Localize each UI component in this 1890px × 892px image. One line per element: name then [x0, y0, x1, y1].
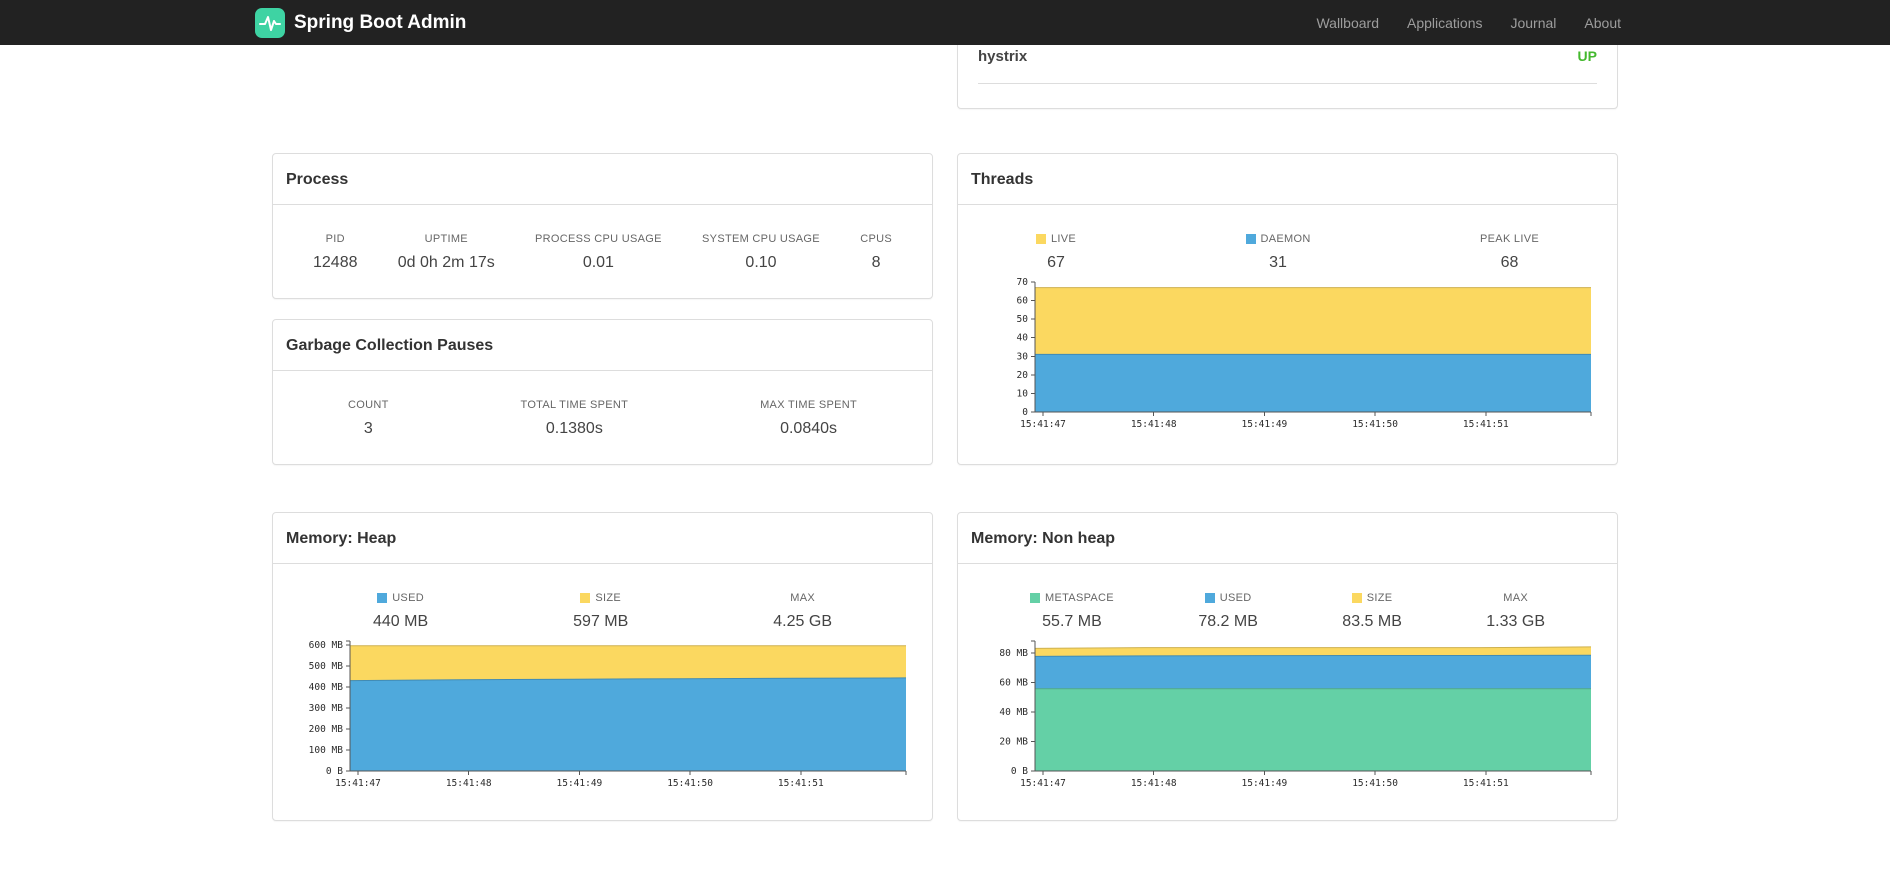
stat-system-cpu-usage: SYSTEM CPU USAGE 0.10 [702, 233, 820, 271]
svg-text:50: 50 [1017, 314, 1029, 325]
brand-title: Spring Boot Admin [294, 11, 467, 33]
svg-text:15:41:48: 15:41:48 [446, 778, 492, 789]
svg-text:60: 60 [1017, 296, 1029, 307]
svg-text:15:41:49: 15:41:49 [1242, 419, 1288, 430]
svg-text:0 B: 0 B [326, 766, 343, 777]
gc-pauses-panel: Garbage Collection Pauses COUNT 3 TOTAL … [272, 319, 933, 465]
stat-gc-max-time: MAX TIME SPENT 0.0840s [760, 399, 857, 437]
legend-swatch-daemon [1245, 234, 1256, 244]
svg-text:15:41:51: 15:41:51 [778, 778, 824, 789]
gc-stats: COUNT 3 TOTAL TIME SPENT 0.1380s MAX TIM… [273, 371, 932, 438]
legend-nonheap-used: USED 78.2 MB [1198, 592, 1258, 630]
svg-text:15:41:48: 15:41:48 [1131, 778, 1177, 789]
legend-daemon: DAEMON 31 [1245, 233, 1311, 272]
nav-links: Wallboard Applications Journal About [1302, 15, 1635, 31]
svg-text:10: 10 [1017, 388, 1029, 399]
stat-pid: PID 12488 [313, 233, 358, 271]
nav-item-journal[interactable]: Journal [1496, 15, 1570, 31]
svg-text:0 B: 0 B [1011, 766, 1028, 777]
threads-panel-title: Threads [958, 154, 1617, 205]
threads-legend: LIVE 67 DAEMON 31 PEAK LIVE 68 [958, 205, 1617, 272]
svg-text:200 MB: 200 MB [309, 724, 344, 735]
svg-text:40: 40 [1017, 333, 1029, 344]
legend-swatch-heap-used [377, 593, 388, 603]
legend-swatch-nonheap-used [1204, 593, 1215, 603]
svg-text:15:41:47: 15:41:47 [1020, 419, 1066, 430]
navbar: Spring Boot Admin Wallboard Applications… [0, 0, 1890, 45]
gc-panel-title: Garbage Collection Pauses [273, 320, 932, 371]
heap-panel-title: Memory: Heap [273, 513, 932, 564]
nonheap-panel-title: Memory: Non heap [958, 513, 1617, 564]
status-badge: UP [1577, 48, 1597, 64]
stat-gc-count: COUNT 3 [348, 399, 389, 437]
svg-text:300 MB: 300 MB [309, 703, 344, 714]
svg-text:15:41:50: 15:41:50 [1352, 778, 1398, 789]
stat-gc-total-time: TOTAL TIME SPENT 0.1380s [520, 399, 629, 437]
legend-metaspace: METASPACE 55.7 MB [1030, 592, 1114, 631]
svg-text:70: 70 [1017, 277, 1029, 288]
threads-panel: Threads LIVE 67 DAEMON 31 PEAK LIVE 68 0… [957, 153, 1618, 465]
svg-text:15:41:51: 15:41:51 [1463, 419, 1509, 430]
memory-heap-chart: 0 B 100 MB 200 MB 300 MB 400 MB 500 MB 600 MB 1… [274, 633, 933, 793]
application-name-link[interactable]: hystrix [978, 48, 1027, 65]
legend-nonheap-max: MAX 1.33 GB [1486, 592, 1545, 630]
nav-item-about[interactable]: About [1570, 15, 1635, 31]
legend-swatch-heap-size [580, 593, 591, 603]
legend-nonheap-size: SIZE 83.5 MB [1342, 592, 1402, 630]
process-panel-title: Process [273, 154, 932, 205]
svg-text:400 MB: 400 MB [309, 682, 344, 693]
brand[interactable]: Spring Boot Admin [255, 7, 467, 38]
svg-text:15:41:47: 15:41:47 [335, 778, 381, 789]
svg-text:15:41:47: 15:41:47 [1020, 778, 1066, 789]
svg-text:600 MB: 600 MB [309, 640, 344, 651]
memory-heap-panel: Memory: Heap USED 440 MB SIZE 597 MB MAX… [272, 512, 933, 821]
nav-item-wallboard[interactable]: Wallboard [1302, 15, 1393, 31]
legend-live: LIVE 67 [1036, 233, 1076, 272]
process-panel: Process PID 12488 UPTIME 0d 0h 2m 17s PR… [272, 153, 933, 299]
nonheap-legend: METASPACE 55.7 MB USED 78.2 MB SIZE 83.5… [958, 564, 1617, 631]
heap-legend: USED 440 MB SIZE 597 MB MAX 4.25 GB [273, 564, 932, 631]
legend-peak-live: PEAK LIVE 68 [1480, 233, 1539, 271]
application-row: hystrix UP [978, 40, 1597, 84]
svg-text:15:41:49: 15:41:49 [557, 778, 603, 789]
memory-nonheap-panel: Memory: Non heap METASPACE 55.7 MB USED … [957, 512, 1618, 821]
legend-swatch-metaspace [1030, 593, 1040, 603]
legend-heap-size: SIZE 597 MB [573, 592, 629, 630]
svg-text:15:41:49: 15:41:49 [1242, 778, 1288, 789]
stat-cpus: CPUS 8 [860, 233, 892, 271]
svg-text:0: 0 [1022, 407, 1028, 418]
nav-item-applications[interactable]: Applications [1393, 15, 1497, 31]
spring-boot-admin-logo-icon [255, 7, 285, 38]
svg-text:40 MB: 40 MB [999, 707, 1028, 718]
svg-text:500 MB: 500 MB [309, 661, 344, 672]
svg-text:15:41:51: 15:41:51 [1463, 778, 1509, 789]
legend-heap-used: USED 440 MB [373, 592, 429, 630]
legend-heap-max: MAX 4.25 GB [773, 592, 832, 630]
threads-chart: 0 10 20 30 40 50 60 70 15:41:47 15:41:48 15:41:49 1… [959, 274, 1618, 434]
memory-nonheap-chart: 0 B 20 MB 40 MB 60 MB 80 MB 15:41:47 15:41:48 1… [959, 633, 1618, 793]
stat-uptime: UPTIME 0d 0h 2m 17s [397, 233, 495, 271]
main-content: hystrix UP Process PID 12488 UPTIME 0d 0… [272, 0, 1618, 892]
svg-text:20: 20 [1017, 370, 1029, 381]
process-stats: PID 12488 UPTIME 0d 0h 2m 17s PROCESS CP… [273, 205, 932, 272]
legend-swatch-live [1036, 234, 1046, 244]
svg-text:20 MB: 20 MB [999, 736, 1028, 747]
svg-text:30: 30 [1017, 351, 1029, 362]
svg-text:15:41:48: 15:41:48 [1131, 419, 1177, 430]
svg-text:100 MB: 100 MB [309, 745, 344, 756]
svg-text:60 MB: 60 MB [999, 677, 1028, 688]
svg-text:15:41:50: 15:41:50 [1352, 419, 1398, 430]
svg-text:80 MB: 80 MB [999, 648, 1028, 659]
legend-swatch-nonheap-size [1351, 593, 1362, 603]
svg-text:15:41:50: 15:41:50 [667, 778, 713, 789]
stat-process-cpu-usage: PROCESS CPU USAGE 0.01 [535, 233, 662, 271]
